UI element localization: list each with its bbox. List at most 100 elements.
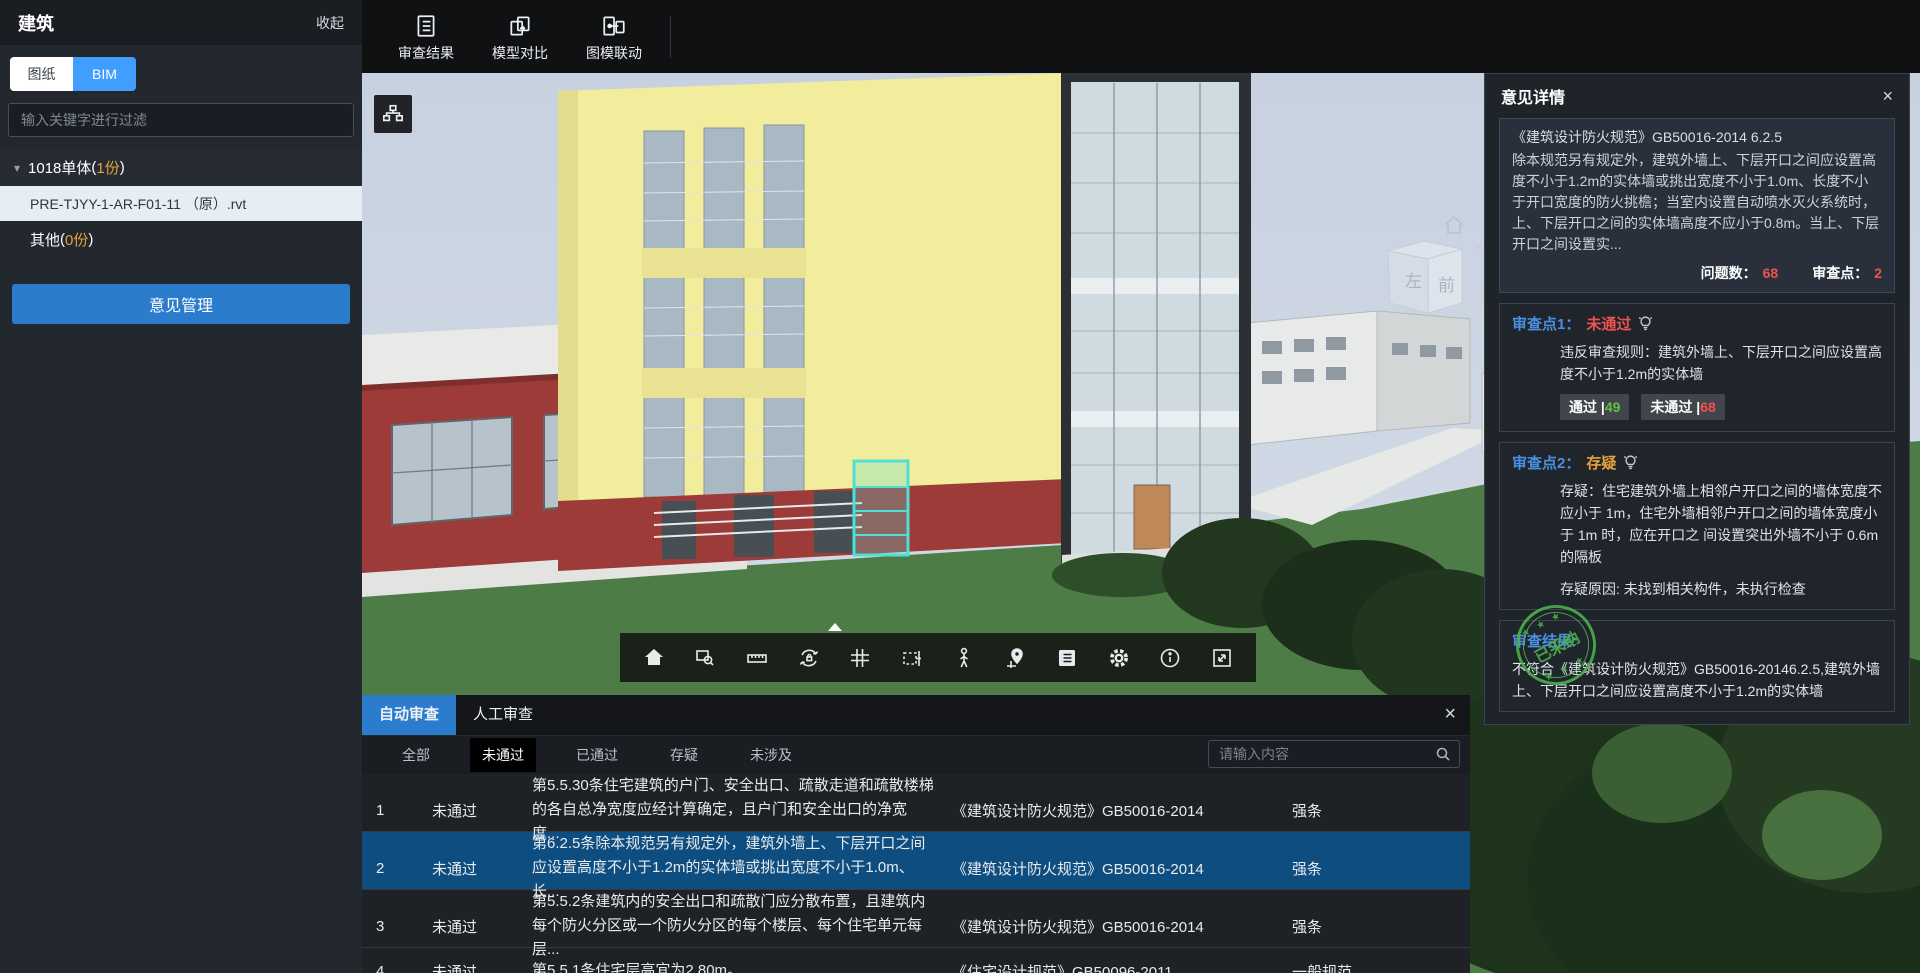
tab-drawings[interactable]: 图纸 — [10, 57, 73, 91]
toolbar-model-compare[interactable]: 模型对比 — [478, 11, 562, 63]
lightbulb-icon[interactable] — [1622, 454, 1639, 471]
walk-person-icon[interactable] — [947, 641, 981, 675]
point-status: 存疑 — [1586, 452, 1616, 473]
pass-count-badge: 通过 |49 — [1560, 394, 1629, 420]
zoom-window-icon[interactable] — [688, 641, 722, 675]
point-status: 未通过 — [1586, 313, 1631, 334]
row-status: 未通过 — [432, 858, 532, 879]
row-severity: 一般规范 — [1292, 961, 1470, 973]
tree-group-paren: ) — [120, 159, 125, 176]
toolbar-separator — [670, 16, 671, 58]
tree-group-other[interactable]: 其他 ( 0份 ) — [0, 221, 362, 258]
close-icon[interactable]: × — [1882, 86, 1893, 107]
settings-gear-icon[interactable] — [1102, 641, 1136, 675]
lightbulb-icon[interactable] — [1637, 315, 1654, 332]
toolbar-item-label: 模型对比 — [478, 43, 562, 63]
left-sidebar: 建筑 收起 图纸 BIM ▾ 1018单体 ( 1份 ) PRE-TJYY-1-… — [0, 0, 362, 973]
section-box-icon[interactable] — [895, 641, 929, 675]
review-search — [1208, 740, 1460, 768]
points-label: 审查点： — [1812, 265, 1868, 281]
issues-value: 68 — [1763, 265, 1779, 281]
filter-failed[interactable]: 未通过 — [470, 738, 536, 772]
table-row[interactable]: 1 未通过 第5.5.30条住宅建筑的户门、安全出口、疏散走道和疏散楼梯的各自总… — [362, 774, 1470, 832]
rule-title: 《建筑设计防火规范》GB50016-2014 6.2.5 — [1512, 127, 1882, 148]
table-row-selected[interactable]: 2 未通过 第6.2.5条除本规范另有规定外，建筑外墙上、下层开口之间应设置高度… — [362, 832, 1470, 890]
issues-label: 问题数： — [1701, 265, 1757, 281]
fail-count-badge: 未通过 |68 — [1641, 394, 1724, 420]
row-status: 未通过 — [432, 916, 532, 937]
sidebar-tab-toggle: 图纸 BIM — [10, 57, 136, 91]
point-text: 违反审查规则：建筑外墙上、下层开口之间应设置高度不小于1.2m的实体墙 — [1560, 341, 1882, 385]
axis-grid-icon[interactable] — [843, 641, 877, 675]
table-row[interactable]: 3 未通过 第5.5.2条建筑内的安全出口和疏散门应分散布置，且建筑内每个防火分… — [362, 890, 1470, 948]
toolbar-item-label: 审查结果 — [384, 43, 468, 63]
points-value: 2 — [1874, 265, 1882, 281]
measure-ruler-icon[interactable] — [740, 641, 774, 675]
navigation-cube[interactable]: 左 前 — [1378, 225, 1470, 317]
info-icon[interactable] — [1153, 641, 1187, 675]
point-label: 审查点2： — [1512, 452, 1580, 473]
sidebar-search-input[interactable] — [19, 111, 343, 129]
tree-group-paren: ) — [88, 231, 93, 248]
row-number: 2 — [376, 860, 432, 877]
row-code: 《住宅设计规范》GB50096-2011 — [952, 961, 1292, 973]
sidebar-title: 建筑 — [18, 10, 54, 36]
tree-group-name: 其他 — [30, 229, 60, 250]
filter-not-involved[interactable]: 未涉及 — [738, 738, 804, 772]
filter-doubt[interactable]: 存疑 — [658, 738, 710, 772]
opinion-manage-button[interactable]: 意见管理 — [12, 284, 350, 324]
tree-group-count: 0份 — [65, 229, 88, 250]
collapse-button[interactable]: 收起 — [316, 13, 344, 33]
result-text: 不符合《建筑设计防火规范》GB50016-20146.2.5,建筑外墙上、下层开… — [1512, 658, 1882, 702]
close-icon[interactable]: × — [1444, 702, 1456, 726]
model-tree-button[interactable] — [374, 95, 412, 133]
row-code: 《建筑设计防火规范》GB50016-2014 — [952, 916, 1292, 937]
tab-bim[interactable]: BIM — [73, 57, 136, 91]
opinion-detail-panel: 意见详情 × 《建筑设计防火规范》GB50016-2014 6.2.5 除本规范… — [1484, 73, 1910, 725]
caret-down-icon: ▾ — [14, 161, 20, 175]
row-number: 1 — [376, 802, 432, 819]
row-description: 第5.5.2条建筑内的安全出口和疏散门应分散布置，且建筑内每个防火分区或一个防火… — [532, 890, 952, 962]
rule-summary-box: 《建筑设计防火规范》GB50016-2014 6.2.5 除本规范另有规定外，建… — [1499, 118, 1895, 293]
orbit-lock-icon[interactable] — [792, 641, 826, 675]
row-severity: 强条 — [1292, 800, 1470, 821]
review-search-input[interactable] — [1217, 745, 1435, 763]
row-number: 4 — [376, 963, 432, 973]
opinion-detail-header: 意见详情 × — [1485, 78, 1909, 114]
minimap-pin-icon[interactable] — [998, 641, 1032, 675]
filter-passed[interactable]: 已通过 — [564, 738, 630, 772]
model-compare-icon — [478, 11, 562, 41]
fullscreen-icon[interactable] — [1205, 641, 1239, 675]
row-description: 第5.5.1条住宅层高宜为2.80m。 — [532, 959, 952, 973]
toolbar-review-results[interactable]: 审查结果 — [384, 11, 468, 63]
model-tree: ▾ 1018单体 ( 1份 ) PRE-TJYY-1-AR-F01-11 （原）… — [0, 149, 362, 258]
point-text: 存疑：住宅建筑外墙上相邻户开口之间的墙体宽度不应小于 1m，住宅外墙相邻户开口之… — [1560, 480, 1882, 568]
cube-face-left-label: 左 — [1405, 272, 1422, 291]
tree-file-item[interactable]: PRE-TJYY-1-AR-F01-11 （原）.rvt — [0, 186, 362, 221]
review-result-box: ★★★ 已采纳 ★★★ 审查结果: 不符合《建筑设计防火规范》GB50016-2… — [1499, 620, 1895, 712]
home-view-icon[interactable] — [637, 641, 671, 675]
rule-text: 除本规范另有规定外，建筑外墙上、下层开口之间应设置高度不小于1.2m的实体墙或挑… — [1512, 150, 1882, 255]
tab-manual-review[interactable]: 人工审查 — [456, 695, 550, 735]
tree-group-count: 1份 — [96, 157, 119, 178]
panel-title: 意见详情 — [1501, 84, 1565, 108]
row-status: 未通过 — [432, 800, 532, 821]
row-code: 《建筑设计防火规范》GB50016-2014 — [952, 858, 1292, 879]
review-point-2: 审查点2： 存疑 存疑：住宅建筑外墙上相邻户开口之间的墙体宽度不应小于 1m，住… — [1499, 442, 1895, 610]
toolbar-caret-up-icon — [828, 623, 842, 631]
review-table: 1 未通过 第5.5.30条住宅建筑的户门、安全出口、疏散走道和疏散楼梯的各自总… — [362, 774, 1470, 973]
review-results-icon — [384, 11, 468, 41]
sidebar-header: 建筑 收起 — [0, 0, 362, 45]
doubt-reason: 存疑原因: 未找到相关构件，未执行检查 — [1560, 578, 1882, 600]
review-filters: 全部 未通过 已通过 存疑 未涉及 — [362, 736, 1470, 774]
filter-all[interactable]: 全部 — [390, 738, 442, 772]
detail-list-icon[interactable] — [1050, 641, 1084, 675]
tree-group-1018[interactable]: ▾ 1018单体 ( 1份 ) — [0, 149, 362, 186]
sidebar-search — [8, 103, 354, 137]
search-icon[interactable] — [1435, 746, 1451, 762]
toolbar-drawing-model-link[interactable]: 图模联动 — [572, 11, 656, 63]
chevron-down-icon[interactable]: ⌄ — [1470, 233, 1485, 254]
review-point-1: 审查点1： 未通过 违反审查规则：建筑外墙上、下层开口之间应设置高度不小于1.2… — [1499, 303, 1895, 432]
tab-auto-review[interactable]: 自动审查 — [362, 695, 456, 735]
toolbar-item-label: 图模联动 — [572, 43, 656, 63]
